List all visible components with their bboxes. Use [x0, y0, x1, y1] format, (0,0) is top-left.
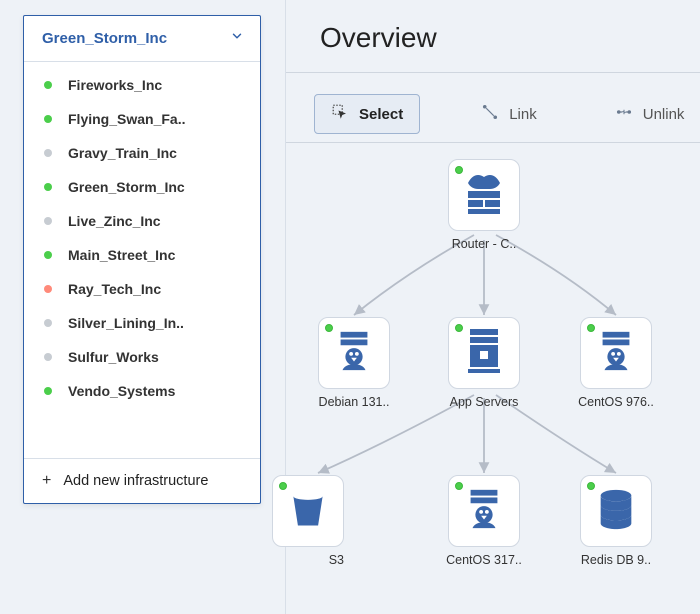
- add-infrastructure-button[interactable]: + Add new infrastructure: [24, 458, 260, 503]
- node-label: App Servers: [442, 395, 526, 409]
- node-centos-317[interactable]: CentOS 317..: [442, 475, 526, 567]
- page-title: Overview: [320, 22, 437, 54]
- chevron-down-icon: [230, 29, 244, 48]
- database-icon: [593, 486, 639, 537]
- link-icon: [481, 103, 499, 125]
- node-s3[interactable]: S3: [266, 475, 350, 567]
- sidebar-item-label: Live_Zinc_Inc: [68, 213, 161, 229]
- sidebar-item[interactable]: Vendo_Systems: [24, 374, 260, 408]
- node-label: S3: [266, 553, 350, 567]
- sidebar-item-label: Green_Storm_Inc: [68, 179, 185, 195]
- select-label: Select: [359, 106, 403, 123]
- node-label: Debian 131..: [312, 395, 396, 409]
- status-dot: [44, 149, 52, 157]
- sidebar-item-label: Main_Street_Inc: [68, 247, 175, 263]
- unlink-button[interactable]: Unlink: [598, 94, 700, 134]
- sidebar: Green_Storm_Inc Fireworks_Inc Flying_Swa…: [23, 15, 261, 504]
- sidebar-item[interactable]: Sulfur_Works: [24, 340, 260, 374]
- toolbar: Select Link Unlink: [314, 94, 700, 134]
- sidebar-item-label: Vendo_Systems: [68, 383, 175, 399]
- status-dot: [455, 166, 463, 174]
- node-label: Router - C..: [442, 237, 526, 251]
- status-dot: [44, 183, 52, 191]
- status-dot: [455, 324, 463, 332]
- sidebar-item[interactable]: Live_Zinc_Inc: [24, 204, 260, 238]
- sidebar-item-label: Sulfur_Works: [68, 349, 159, 365]
- node-label: Redis DB 9..: [574, 553, 658, 567]
- sidebar-item-label: Fireworks_Inc: [68, 77, 162, 93]
- linux-server-icon: [593, 328, 639, 379]
- status-dot: [44, 251, 52, 259]
- sidebar-item-label: Gravy_Train_Inc: [68, 145, 177, 161]
- node-debian[interactable]: Debian 131..: [312, 317, 396, 409]
- main-panel: Overview Select Link Unlink: [285, 0, 700, 614]
- sidebar-item[interactable]: Ray_Tech_Inc: [24, 272, 260, 306]
- status-dot: [455, 482, 463, 490]
- node-router[interactable]: Router - C..: [442, 159, 526, 251]
- sidebar-item[interactable]: Fireworks_Inc: [24, 68, 260, 102]
- status-dot: [44, 387, 52, 395]
- node-centos-976[interactable]: CentOS 976..: [574, 317, 658, 409]
- link-button[interactable]: Link: [464, 94, 554, 134]
- sidebar-item[interactable]: Flying_Swan_Fa..: [24, 102, 260, 136]
- sidebar-item[interactable]: Silver_Lining_In..: [24, 306, 260, 340]
- plus-icon: +: [42, 473, 51, 489]
- link-label: Link: [509, 106, 537, 123]
- status-dot: [279, 482, 287, 490]
- status-dot: [44, 353, 52, 361]
- node-redis[interactable]: Redis DB 9..: [574, 475, 658, 567]
- select-button[interactable]: Select: [314, 94, 420, 134]
- linux-server-icon: [331, 328, 377, 379]
- sidebar-item-label: Flying_Swan_Fa..: [68, 111, 185, 127]
- select-icon: [331, 103, 349, 125]
- sidebar-selected: Green_Storm_Inc: [42, 30, 167, 47]
- unlink-icon: [615, 103, 633, 125]
- sidebar-item-label: Silver_Lining_In..: [68, 315, 184, 331]
- sidebar-item-label: Ray_Tech_Inc: [68, 281, 161, 297]
- bucket-icon: [286, 487, 330, 536]
- sidebar-item[interactable]: Main_Street_Inc: [24, 238, 260, 272]
- sidebar-item[interactable]: Green_Storm_Inc: [24, 170, 260, 204]
- status-dot: [587, 324, 595, 332]
- status-dot: [44, 81, 52, 89]
- status-dot: [44, 217, 52, 225]
- sidebar-list: Fireworks_Inc Flying_Swan_Fa.. Gravy_Tra…: [24, 62, 260, 418]
- sidebar-item[interactable]: Gravy_Train_Inc: [24, 136, 260, 170]
- node-app-servers[interactable]: App Servers: [442, 317, 526, 409]
- status-dot: [44, 115, 52, 123]
- unlink-label: Unlink: [643, 106, 685, 123]
- status-dot: [587, 482, 595, 490]
- server-icon: [462, 327, 506, 380]
- firewall-icon: [460, 169, 508, 222]
- topology-canvas[interactable]: Router - C.. Debian 131.. App Servers: [286, 143, 700, 614]
- node-label: CentOS 976..: [574, 395, 658, 409]
- status-dot: [325, 324, 333, 332]
- linux-server-icon: [461, 486, 507, 537]
- add-infrastructure-label: Add new infrastructure: [63, 473, 208, 489]
- sidebar-dropdown[interactable]: Green_Storm_Inc: [24, 16, 260, 62]
- status-dot: [44, 319, 52, 327]
- node-label: CentOS 317..: [442, 553, 526, 567]
- status-dot: [44, 285, 52, 293]
